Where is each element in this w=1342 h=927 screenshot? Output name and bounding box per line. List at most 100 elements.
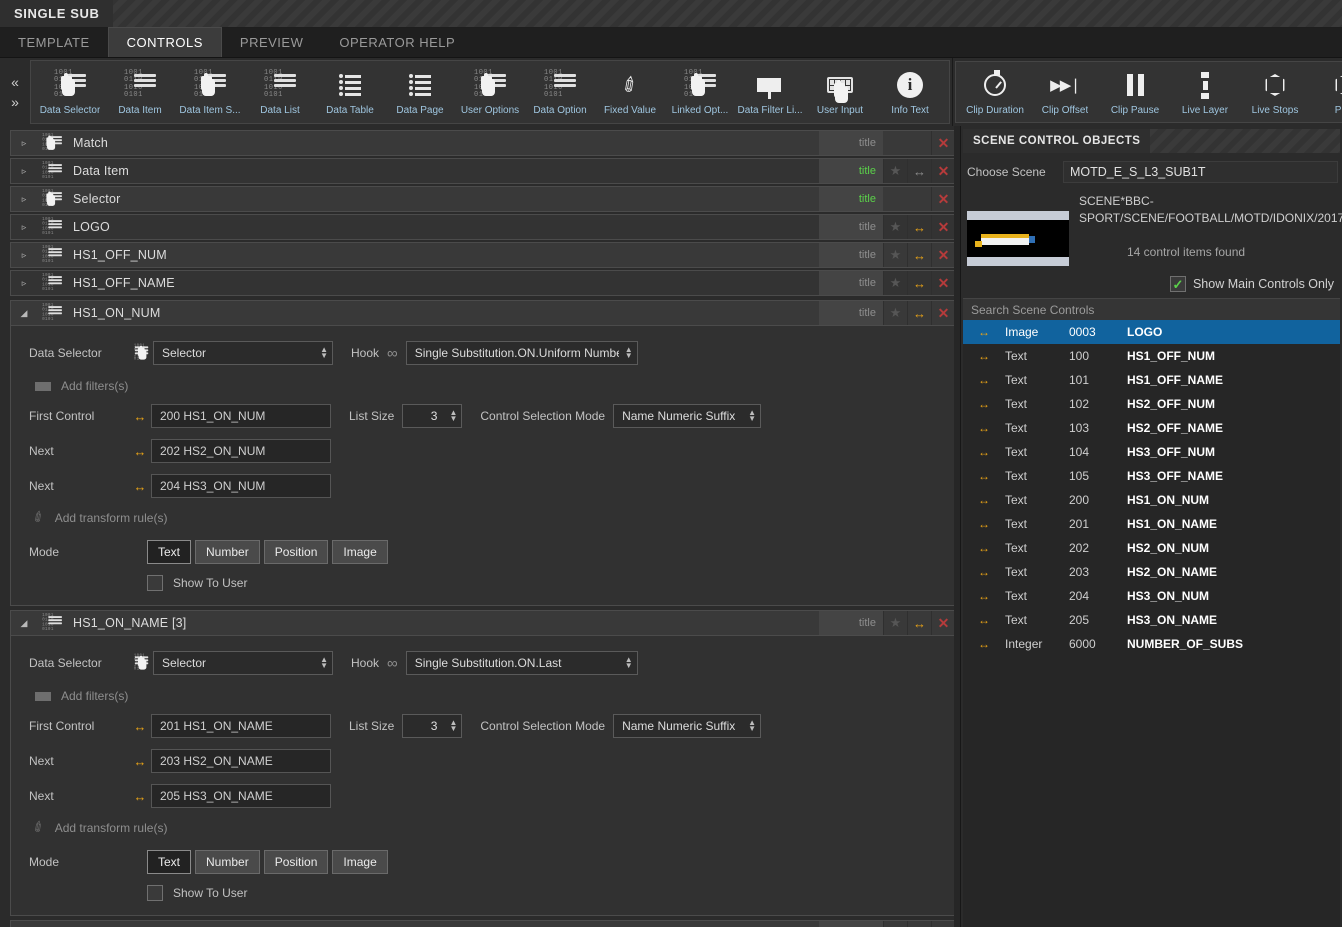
title-toggle[interactable]: title xyxy=(819,187,883,211)
title-toggle[interactable]: title xyxy=(819,611,883,635)
scene-control-row[interactable]: ↔ Text 204 HS3_ON_NUM xyxy=(963,584,1340,608)
delete-row-icon[interactable]: ✕ xyxy=(931,131,955,155)
scene-control-row[interactable]: ↔ Text 201 HS1_ON_NAME xyxy=(963,512,1340,536)
control-row-header[interactable]: ▹ 1001011010100101 HS1_OFF_NUM title★↔✕ xyxy=(10,242,956,268)
scene-control-row[interactable]: ↔ Text 102 HS2_OFF_NUM xyxy=(963,392,1340,416)
spinner-arrows-icon[interactable]: ▲ ▼ xyxy=(443,409,457,423)
tool-data-page[interactable]: Data Page xyxy=(385,62,455,122)
mode-button-text[interactable]: Text xyxy=(147,540,192,564)
list-size-field[interactable]: 3 ▲ ▼ xyxy=(402,404,463,428)
mode-button-text[interactable]: Text xyxy=(147,850,192,874)
data-selector-combo[interactable]: Selector ▲ ▼ xyxy=(153,651,333,675)
cliptool-clip-pause[interactable]: Clip Pause xyxy=(1100,62,1170,122)
tool-user-options[interactable]: 1001011010100101 User Options xyxy=(455,62,525,122)
scene-control-row[interactable]: ↔ Text 203 HS2_ON_NAME xyxy=(963,560,1340,584)
scene-control-row[interactable]: ↔ Text 205 HS3_ON_NAME xyxy=(963,608,1340,632)
title-toggle[interactable]: title xyxy=(819,243,883,267)
collapse-up-icon[interactable]: « xyxy=(11,75,19,89)
next-control-field[interactable]: 203 HS2_ON_NAME xyxy=(151,749,331,773)
next-control-field[interactable]: 202 HS2_ON_NUM xyxy=(151,439,331,463)
delete-row-icon[interactable]: ✕ xyxy=(931,271,955,295)
expand-toggle-icon[interactable]: ▹ xyxy=(11,222,37,233)
delete-row-icon[interactable]: ✕ xyxy=(931,611,955,635)
control-selection-mode-combo[interactable]: Name Numeric Suffix ▲ ▼ xyxy=(613,404,762,428)
link-arrows-icon[interactable]: ↔ xyxy=(907,921,931,927)
scene-control-row[interactable]: ↔ Integer 6000 NUMBER_OF_SUBS xyxy=(963,632,1340,656)
cliptool-live-stops[interactable]: Live Stops xyxy=(1240,62,1310,122)
tab-controls[interactable]: CONTROLS xyxy=(107,27,222,57)
control-row-header[interactable]: ◢ 1001011010100101 HS1_ON_NUM title★↔✕ xyxy=(10,300,956,326)
expand-toggle-icon[interactable]: ▹ xyxy=(11,166,37,177)
control-row-header[interactable]: ▹ 1001011010100101 Selector title ✕ xyxy=(10,186,956,212)
tool-linked-opt[interactable]: 1001011010100101 Linked Opt... xyxy=(665,62,735,122)
tab-operator-help[interactable]: OPERATOR HELP xyxy=(321,27,473,57)
control-row-header[interactable]: ▹ 1001011010100101 HS1_OFF_NAME title★↔✕ xyxy=(10,270,956,296)
control-selection-mode-combo[interactable]: Name Numeric Suffix ▲ ▼ xyxy=(613,714,762,738)
title-toggle[interactable]: title xyxy=(819,921,883,927)
delete-row-icon[interactable]: ✕ xyxy=(931,301,955,325)
expand-toggle-icon[interactable]: ▹ xyxy=(11,194,37,205)
tab-preview[interactable]: PREVIEW xyxy=(222,27,321,57)
expand-toggle-icon[interactable]: ◢ xyxy=(11,308,37,319)
favorite-star-icon[interactable]: ★ xyxy=(883,271,907,295)
link-arrows-icon[interactable]: ↔ xyxy=(907,215,931,239)
delete-row-icon[interactable]: ✕ xyxy=(931,215,955,239)
add-transform-link[interactable]: ✐ Add transform rule(s) xyxy=(29,507,167,527)
tool-data-option[interactable]: 1001011010100101 Data Option xyxy=(525,62,595,122)
cliptool-prev[interactable]: Prev xyxy=(1310,62,1342,122)
scene-control-row[interactable]: ↔ Text 202 HS2_ON_NUM xyxy=(963,536,1340,560)
tool-data-filter-li[interactable]: Data Filter Li... xyxy=(735,62,805,122)
collapse-down-icon[interactable]: » xyxy=(11,95,19,109)
delete-row-icon[interactable]: ✕ xyxy=(931,243,955,267)
link-arrows-icon[interactable]: ↔ xyxy=(907,243,931,267)
title-toggle[interactable]: title xyxy=(819,131,883,155)
mode-button-number[interactable]: Number xyxy=(195,850,260,874)
control-row-header[interactable]: ▹ 1001011010100101 LOGO title★↔✕ xyxy=(10,214,956,240)
favorite-star-icon[interactable]: ★ xyxy=(883,243,907,267)
first-control-field[interactable]: 201 HS1_ON_NAME xyxy=(151,714,331,738)
spinner-arrows-icon[interactable]: ▲ ▼ xyxy=(619,656,633,670)
add-filters-link[interactable]: Add filters(s) xyxy=(29,379,128,393)
cliptool-live-layer[interactable]: Live Layer xyxy=(1170,62,1240,122)
show-main-controls-checkbox[interactable]: ✓ xyxy=(1169,276,1186,292)
mode-button-number[interactable]: Number xyxy=(195,540,260,564)
delete-row-icon[interactable]: ✕ xyxy=(931,187,955,211)
tool-fixed-value[interactable]: ✐ Fixed Value xyxy=(595,62,665,122)
add-transform-link[interactable]: ✐ Add transform rule(s) xyxy=(29,817,167,837)
scene-control-row[interactable]: ↔ Text 105 HS3_OFF_NAME xyxy=(963,464,1340,488)
add-filters-link[interactable]: Add filters(s) xyxy=(29,689,128,703)
control-row-header[interactable]: ◢✐NUMBER_OF_SUBStitle★↔✕ xyxy=(10,920,956,927)
cliptool-clip-duration[interactable]: Clip Duration xyxy=(960,62,1030,122)
link-arrows-icon[interactable]: ↔ xyxy=(907,159,931,183)
tab-template[interactable]: TEMPLATE xyxy=(0,27,108,57)
favorite-star-icon[interactable]: ★ xyxy=(883,215,907,239)
expand-toggle-icon[interactable]: ▹ xyxy=(11,278,37,289)
hook-combo[interactable]: Single Substitution.ON.Uniform Number ▲ ▼ xyxy=(405,341,638,365)
expand-toggle-icon[interactable]: ▹ xyxy=(11,138,37,149)
mode-button-position[interactable]: Position xyxy=(263,540,329,564)
scene-control-row[interactable]: ↔ Text 103 HS2_OFF_NAME xyxy=(963,416,1340,440)
scene-control-row[interactable]: ↔ Text 101 HS1_OFF_NAME xyxy=(963,368,1340,392)
tool-data-table[interactable]: Data Table xyxy=(315,62,385,122)
tool-data-item[interactable]: 1001011010100101 Data Item xyxy=(105,62,175,122)
control-row-header[interactable]: ◢ 1001011010100101 HS1_ON_NAME [3] title★↔✕ xyxy=(10,610,956,636)
tool-info-text[interactable]: i Info Text xyxy=(875,62,945,122)
hook-combo[interactable]: Single Substitution.ON.Last ▲ ▼ xyxy=(405,651,638,675)
link-arrows-icon[interactable]: ↔ xyxy=(907,611,931,635)
scene-control-row[interactable]: ↔ Text 104 HS3_OFF_NUM xyxy=(963,440,1340,464)
expand-toggle-icon[interactable]: ▹ xyxy=(11,250,37,261)
mode-button-position[interactable]: Position xyxy=(263,850,329,874)
tool-data-list[interactable]: 1001011010100101 Data List xyxy=(245,62,315,122)
show-to-user-checkbox[interactable] xyxy=(147,885,163,901)
choose-scene-field[interactable]: MOTD_E_S_L3_SUB1T xyxy=(1063,161,1338,183)
tool-user-input[interactable]: User Input xyxy=(805,62,875,122)
title-toggle[interactable]: title xyxy=(819,215,883,239)
favorite-star-icon[interactable]: ★ xyxy=(883,301,907,325)
title-toggle[interactable]: title xyxy=(819,271,883,295)
favorite-star-icon[interactable]: ★ xyxy=(883,611,907,635)
control-row-header[interactable]: ▹ 1001011010100101 Match title ✕ xyxy=(10,130,956,156)
delete-row-icon[interactable]: ✕ xyxy=(931,159,955,183)
favorite-star-icon[interactable]: ★ xyxy=(883,159,907,183)
spinner-arrows-icon[interactable]: ▲ ▼ xyxy=(742,409,756,423)
data-selector-combo[interactable]: Selector ▲ ▼ xyxy=(153,341,333,365)
